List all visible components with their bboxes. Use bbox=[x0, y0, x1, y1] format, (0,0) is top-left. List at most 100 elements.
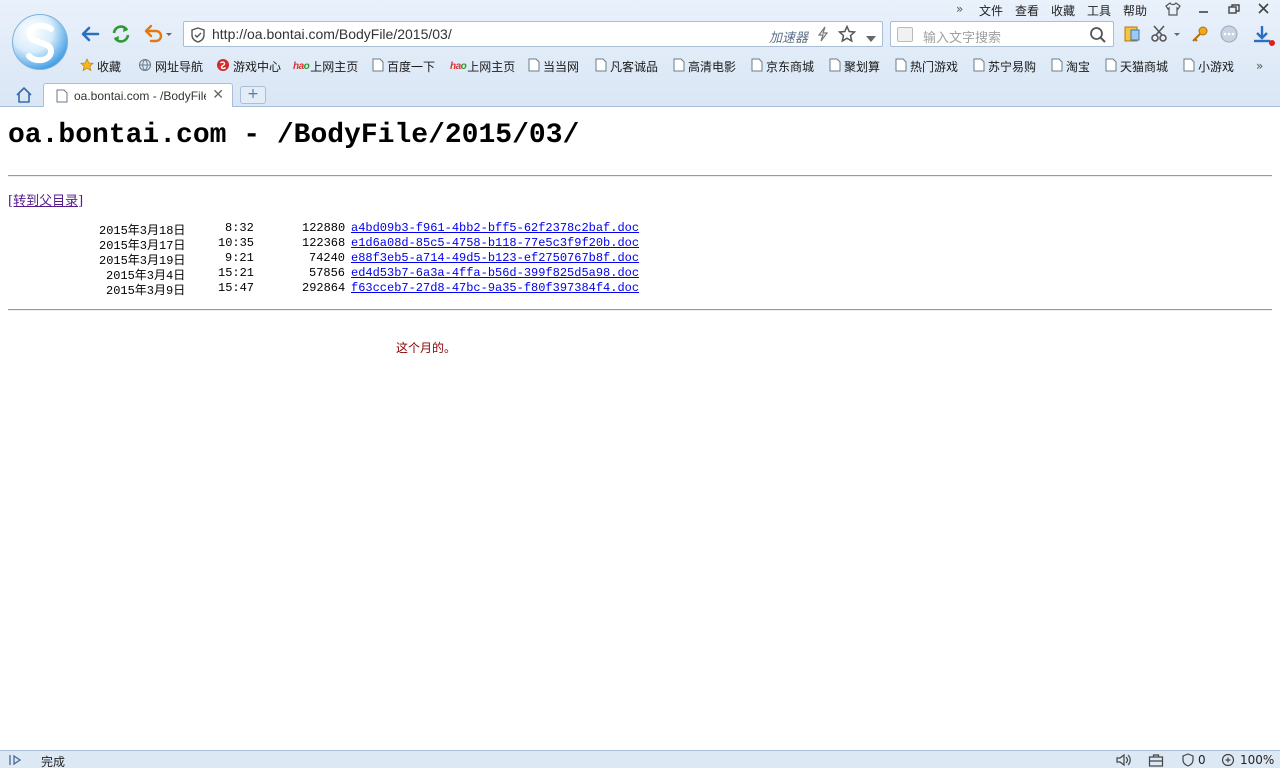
footer-note: 这个月的。 bbox=[396, 341, 457, 355]
tab-title: oa.bontai.com - /BodyFile/2015/03/ bbox=[74, 89, 206, 103]
security-shield-icon[interactable] bbox=[1181, 753, 1195, 768]
home-icon[interactable] bbox=[14, 86, 34, 104]
security-shield-icon[interactable] bbox=[190, 27, 206, 46]
bookmark-taobao[interactable]: 淘宝 bbox=[1051, 56, 1090, 76]
toolbox-icon[interactable] bbox=[1148, 753, 1164, 768]
search-icon[interactable] bbox=[1089, 26, 1107, 47]
close-window-icon[interactable] bbox=[1256, 2, 1272, 16]
bookmark-label: 当当网 bbox=[543, 59, 580, 74]
sidebar-panel-icon[interactable] bbox=[1122, 24, 1142, 44]
menu-file[interactable]: 文件 bbox=[979, 2, 1003, 19]
bookmark-hd-movies[interactable]: 高清电影 bbox=[673, 56, 736, 76]
zoom-icon[interactable] bbox=[1221, 753, 1237, 768]
file-size: 122880 bbox=[302, 221, 346, 235]
skin-shirt-icon[interactable] bbox=[1165, 2, 1181, 16]
bookmark-game-center[interactable]: 游戏中心 bbox=[216, 56, 281, 76]
bookmark-label: 聚划算 bbox=[844, 59, 881, 74]
search-engine-icon[interactable] bbox=[897, 27, 913, 42]
bookmark-url-nav[interactable]: 网址导航 bbox=[138, 56, 203, 76]
bookmark-juhuasuan[interactable]: 聚划算 bbox=[829, 56, 880, 76]
bookmark-home-page-1[interactable]: hao 上网主页 bbox=[293, 56, 358, 76]
url-text[interactable]: http://oa.bontai.com/BodyFile/2015/03/ bbox=[212, 26, 452, 42]
bookmark-mini-games[interactable]: 小游戏 bbox=[1183, 56, 1234, 76]
bookmark-dangdang[interactable]: 当当网 bbox=[528, 56, 579, 76]
hao123-icon: hao bbox=[293, 60, 310, 72]
bookmarks-overflow-icon[interactable]: » bbox=[1256, 56, 1263, 76]
speaker-icon[interactable] bbox=[1115, 753, 1133, 768]
bookmark-label: 游戏中心 bbox=[233, 59, 282, 74]
divider-bottom bbox=[8, 309, 1272, 311]
page-icon bbox=[895, 58, 907, 75]
file-time: 9:21 bbox=[225, 251, 254, 265]
parent-directory-link[interactable]: [转到父目录] bbox=[8, 190, 83, 209]
sogou-logo-icon[interactable] bbox=[12, 14, 68, 70]
file-link[interactable]: a4bd09b3-f961-4bb2-bff5-62f2378c2baf.doc bbox=[351, 221, 639, 235]
page-icon bbox=[1183, 58, 1195, 75]
status-text: 完成 bbox=[41, 755, 66, 768]
page-icon bbox=[528, 58, 540, 75]
bookmark-label: 网址导航 bbox=[155, 59, 204, 74]
bookmark-label: 京东商城 bbox=[766, 59, 815, 74]
game-center-icon bbox=[216, 58, 230, 75]
address-bar[interactable]: http://oa.bontai.com/BodyFile/2015/03/ 加… bbox=[183, 21, 883, 47]
file-link[interactable]: ed4d53b7-6a3a-4ffa-b56d-399f825d5a98.doc bbox=[351, 266, 639, 280]
bookmark-label: 高清电影 bbox=[688, 59, 737, 74]
minimize-icon[interactable] bbox=[1196, 2, 1212, 16]
hao123-icon: hao bbox=[450, 60, 467, 72]
file-date: 2015年3月9日 bbox=[106, 284, 186, 298]
bookmark-label: 上网主页 bbox=[310, 59, 359, 74]
file-link[interactable]: e1d6a08d-85c5-4758-b118-77e5c3f9f20b.doc bbox=[351, 236, 639, 250]
bookmark-hot-games[interactable]: 热门游戏 bbox=[895, 56, 958, 76]
refresh-icon[interactable] bbox=[109, 22, 133, 46]
search-placeholder[interactable]: 输入文字搜索 bbox=[923, 27, 1001, 46]
file-time: 15:47 bbox=[218, 281, 255, 295]
search-box[interactable]: 输入文字搜索 bbox=[890, 21, 1114, 47]
lightning-icon[interactable] bbox=[816, 26, 830, 45]
page-title: oa.bontai.com - /BodyFile/2015/03/ bbox=[8, 120, 580, 151]
bookmark-vancl[interactable]: 凡客诚品 bbox=[595, 56, 658, 76]
more-options-icon[interactable] bbox=[1219, 24, 1239, 44]
bookmark-baidu[interactable]: 百度一下 bbox=[372, 56, 435, 76]
file-time: 8:32 bbox=[225, 221, 254, 235]
divider-top bbox=[8, 175, 1272, 177]
menu-help[interactable]: 帮助 bbox=[1123, 2, 1147, 19]
file-size: 292864 bbox=[302, 281, 346, 295]
zoom-level[interactable]: 100% bbox=[1240, 753, 1274, 767]
address-dropdown-icon[interactable] bbox=[866, 31, 876, 45]
status-bar: 完成 0 100% bbox=[0, 750, 1280, 768]
file-link[interactable]: e88f3eb5-a714-49d5-b123-ef2750767b8f.doc bbox=[351, 251, 639, 265]
page-icon bbox=[1051, 58, 1063, 75]
bookmark-suning[interactable]: 苏宁易购 bbox=[973, 56, 1036, 76]
bookmark-label: 上网主页 bbox=[467, 59, 516, 74]
bookmarks-bar: 收藏 网址导航 游戏中心 hao 上网主页 百度一下 hao 上网主页 当当网 … bbox=[78, 56, 1278, 76]
bookmark-label: 百度一下 bbox=[387, 59, 436, 74]
back-arrow-icon[interactable] bbox=[78, 22, 102, 46]
bookmark-home-page-2[interactable]: hao 上网主页 bbox=[450, 56, 515, 76]
restore-icon[interactable] bbox=[1226, 2, 1242, 16]
tab-active[interactable]: oa.bontai.com - /BodyFile/2015/03/ ✕ bbox=[43, 83, 233, 107]
key-password-icon[interactable] bbox=[1190, 24, 1210, 44]
file-link[interactable]: f63cceb7-27d8-47bc-9a35-f80f397384f4.doc bbox=[351, 281, 639, 295]
blocked-count: 0 bbox=[1198, 753, 1206, 767]
browser-chrome: http://oa.bontai.com/BodyFile/2015/03/ 加… bbox=[0, 0, 1280, 107]
file-time: 15:21 bbox=[218, 266, 255, 280]
bookmark-jd[interactable]: 京东商城 bbox=[751, 56, 814, 76]
menu-favorites[interactable]: 收藏 bbox=[1051, 2, 1075, 19]
bookmark-tmall[interactable]: 天猫商城 bbox=[1105, 56, 1168, 76]
close-tab-icon[interactable]: ✕ bbox=[212, 87, 224, 103]
menu-view[interactable]: 查看 bbox=[1015, 2, 1039, 19]
download-icon[interactable] bbox=[1252, 24, 1276, 46]
menu-overflow-icon[interactable]: » bbox=[956, 2, 963, 16]
file-size: 57856 bbox=[309, 266, 346, 280]
scissors-screenshot-icon[interactable] bbox=[1150, 24, 1182, 44]
bookmark-label: 淘宝 bbox=[1066, 59, 1091, 74]
bookmark-favorites[interactable]: 收藏 bbox=[80, 56, 121, 76]
bookmark-label: 热门游戏 bbox=[910, 59, 959, 74]
file-size: 74240 bbox=[309, 251, 346, 265]
accelerator-label[interactable]: 加速器 bbox=[769, 27, 808, 46]
sidebar-toggle-icon[interactable] bbox=[8, 753, 26, 768]
star-favorite-icon[interactable] bbox=[837, 24, 857, 46]
undo-close-tab-icon[interactable] bbox=[142, 22, 174, 46]
new-tab-button[interactable]: + bbox=[240, 86, 266, 104]
menu-tools[interactable]: 工具 bbox=[1087, 2, 1111, 19]
